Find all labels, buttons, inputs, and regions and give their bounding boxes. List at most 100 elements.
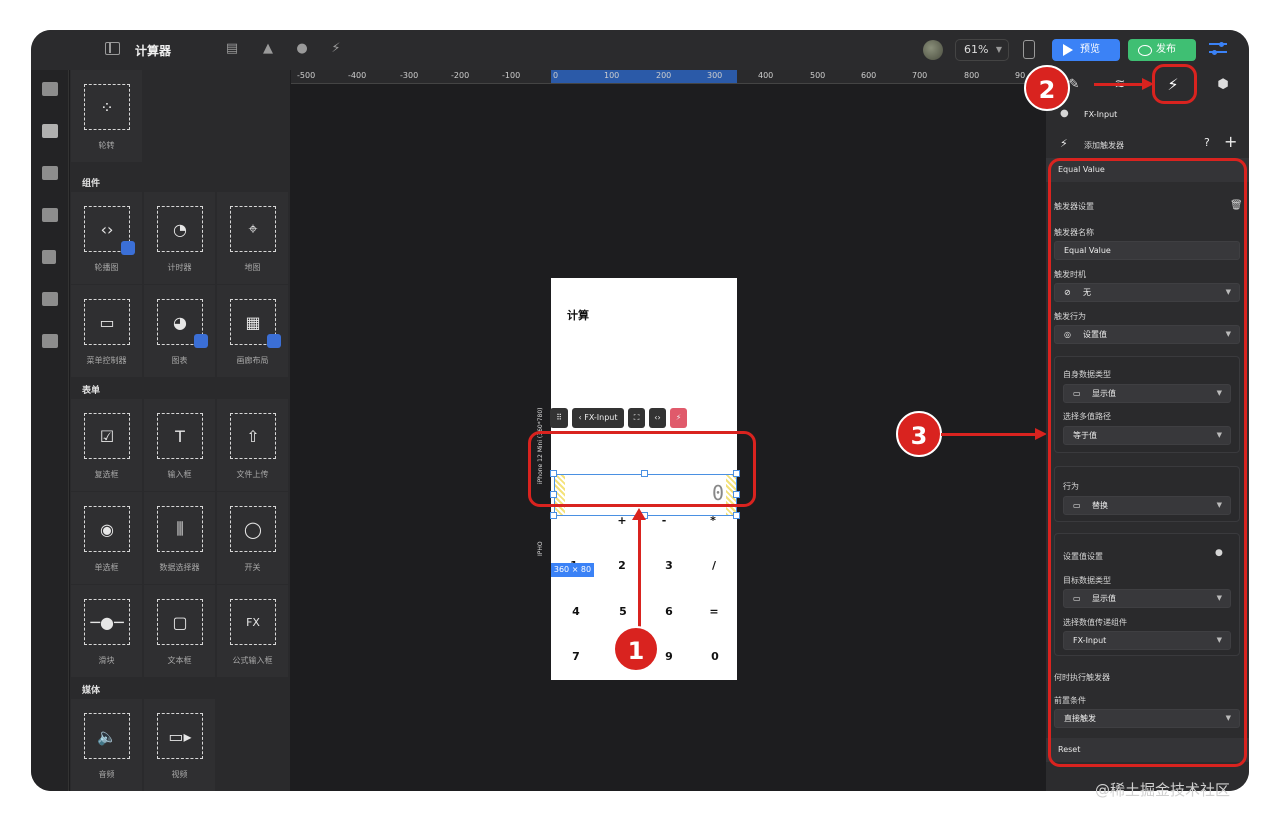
component-label: 轮转 xyxy=(98,141,115,150)
chevron-down-icon: ▼ xyxy=(995,45,1002,54)
menu-controller-icon: ▭ xyxy=(84,299,130,345)
add-trigger-label: 添加触发器 xyxy=(1084,141,1124,150)
app-title: 计算器 xyxy=(135,44,172,58)
component-label: 菜单控制器 xyxy=(86,356,127,365)
resize-handle[interactable] xyxy=(550,512,557,519)
zoom-select[interactable]: 61% ▼ xyxy=(955,39,1009,61)
selected-component-name: FX-Input xyxy=(1084,110,1118,119)
shapes-icon[interactable]: ● xyxy=(294,41,310,57)
arrow-head xyxy=(632,508,646,520)
bolt-icon: ⚡ xyxy=(1060,137,1068,150)
properties-panel: ✎ ≋ ⚡ ⬢ FX-Input ● ⚡ 添加触发器 ? + Equal Val… xyxy=(1046,64,1249,791)
triangle-icon[interactable]: ▲ xyxy=(260,41,276,57)
pages-icon[interactable] xyxy=(42,292,58,306)
section-title: 媒体 xyxy=(82,686,101,696)
component-item[interactable]: ─●─ 滑块 xyxy=(71,585,142,677)
cube-tab-icon[interactable]: ⬢ xyxy=(1213,75,1233,95)
select-parent-button[interactable]: ‹ FX-Input xyxy=(572,408,624,428)
calc-key[interactable]: 4 xyxy=(566,605,586,618)
table-icon[interactable] xyxy=(42,334,58,348)
component-item[interactable]: ◕ 图表 xyxy=(144,285,215,377)
fit-icon[interactable]: ⛶ xyxy=(628,408,645,428)
component-item[interactable]: ⌖ 地图 xyxy=(217,192,288,284)
calc-key[interactable]: / xyxy=(704,559,724,572)
calc-key[interactable]: 9 xyxy=(659,650,679,663)
component-item[interactable]: ◉ 单选框 xyxy=(71,492,142,584)
calc-key[interactable]: 6 xyxy=(659,605,679,618)
document-icon[interactable]: ▤ xyxy=(224,41,240,57)
help-icon[interactable]: ? xyxy=(1204,136,1210,149)
layers-icon[interactable] xyxy=(42,208,58,222)
callout-badge: 3 xyxy=(896,411,942,457)
gallery-icon: ▦ xyxy=(230,299,281,348)
calc-key[interactable]: 2 xyxy=(612,559,632,572)
cube-icon[interactable] xyxy=(42,82,58,96)
component-item[interactable]: FX 公式输入框 xyxy=(217,585,288,677)
code-icon[interactable]: ‹› xyxy=(649,408,666,428)
drag-handle-icon[interactable]: ⠿ xyxy=(550,408,568,428)
layout-icon[interactable] xyxy=(42,166,58,180)
text-input-icon: T xyxy=(157,413,203,459)
component-label: 画廊布局 xyxy=(236,356,269,365)
brush-icon[interactable] xyxy=(42,250,56,264)
publish-button[interactable]: 发布 xyxy=(1128,39,1196,61)
preview-button[interactable]: 预览 xyxy=(1052,39,1120,61)
ruler-label: -100 xyxy=(502,71,521,80)
avatar[interactable] xyxy=(923,40,943,60)
resize-handle[interactable] xyxy=(733,512,740,519)
sidebar-toggle-icon[interactable] xyxy=(105,42,120,55)
component-label: 视频 xyxy=(171,770,188,779)
bolt-icon[interactable]: ⚡ xyxy=(328,41,344,57)
database-icon xyxy=(267,334,281,348)
component-item[interactable]: ◯ 开关 xyxy=(217,492,288,584)
database-icon xyxy=(194,334,208,348)
calc-key[interactable]: = xyxy=(704,605,724,618)
component-item[interactable]: ▦ 画廊布局 xyxy=(217,285,288,377)
component-item[interactable]: ▢ 文本框 xyxy=(144,585,215,677)
map-pin-icon: ⌖ xyxy=(230,206,276,252)
calc-key[interactable]: 3 xyxy=(659,559,679,572)
ruler-label: 90 xyxy=(1015,71,1026,80)
calc-key[interactable]: 7 xyxy=(566,650,586,663)
component-name: FX-Input xyxy=(584,413,618,422)
timer-icon: ◔ xyxy=(157,206,203,252)
sliders-icon[interactable] xyxy=(1209,40,1227,58)
highlight-box xyxy=(528,431,756,507)
slider-icon: ─●─ xyxy=(84,599,130,645)
ruler-label: 500 xyxy=(810,71,826,80)
ruler-label: 200 xyxy=(656,71,672,80)
components-icon[interactable] xyxy=(42,124,58,138)
component-item[interactable]: ‹› 轮播图 xyxy=(71,192,142,284)
device-icon[interactable] xyxy=(1023,40,1035,59)
upload-icon: ⇧ xyxy=(230,413,276,459)
component-label: 计时器 xyxy=(167,263,192,272)
component-icon: ● xyxy=(1060,108,1069,119)
component-item[interactable]: 🔈 音频 xyxy=(71,699,142,791)
calc-key[interactable]: 0 xyxy=(705,650,725,663)
component-item[interactable]: ⫼ 数据选择器 xyxy=(144,492,215,584)
ruler-label: -500 xyxy=(297,71,316,80)
component-item[interactable]: ▭▸ 视频 xyxy=(144,699,215,791)
highlight-box xyxy=(1152,64,1197,104)
component-label: 轮播图 xyxy=(94,263,119,272)
highlight-box xyxy=(1048,158,1247,767)
component-item[interactable]: ☑ 复选框 xyxy=(71,399,142,491)
formula-input-icon: FX xyxy=(230,599,276,645)
component-label: 复选框 xyxy=(94,470,119,479)
add-icon[interactable]: + xyxy=(1224,132,1237,151)
component-item[interactable]: ◔ 计时器 xyxy=(144,192,215,284)
component-carousel[interactable]: ⁘ 轮转 xyxy=(71,70,142,162)
component-item[interactable]: ⇧ 文件上传 xyxy=(217,399,288,491)
ruler-label: 300 xyxy=(707,71,723,80)
component-library: ⁘ 轮转 组件 ‹› 轮播图 ◔ 计时器 ⌖ 地图 ▭ 菜单控制器 ◕ 图表 ▦ 画廊布局 … xyxy=(70,70,290,791)
component-label: 滑块 xyxy=(98,656,115,665)
component-item[interactable]: T 输入框 xyxy=(144,399,215,491)
trigger-icon[interactable]: ⚡ xyxy=(670,408,687,428)
component-item[interactable]: ▭ 菜单控制器 xyxy=(71,285,142,377)
design-canvas[interactable]: 计算 + - * 1 2 3 / 4 5 6 = 7 9 0 ⠿ ‹ FX-In… xyxy=(291,84,1047,791)
calc-key[interactable]: 5 xyxy=(613,605,633,618)
component-label: 地图 xyxy=(244,263,261,272)
arrow-line xyxy=(1094,83,1144,86)
component-label: 公式输入框 xyxy=(232,656,273,665)
textarea-icon: ▢ xyxy=(157,599,203,645)
